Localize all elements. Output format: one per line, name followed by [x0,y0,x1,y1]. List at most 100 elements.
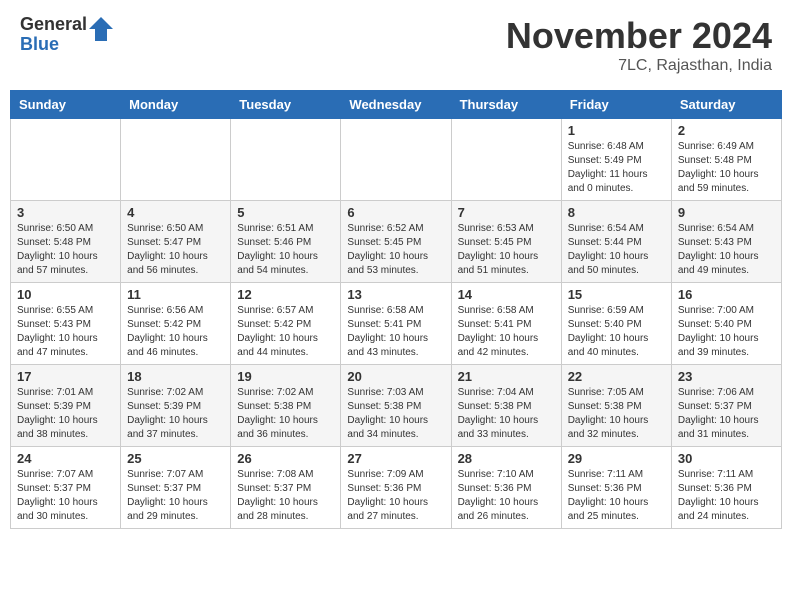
day-number: 12 [237,287,334,302]
calendar-cell: 19Sunrise: 7:02 AM Sunset: 5:38 PM Dayli… [231,365,341,447]
day-number: 22 [568,369,665,384]
day-number: 30 [678,451,775,466]
day-info: Sunrise: 6:58 AM Sunset: 5:41 PM Dayligh… [458,304,555,360]
calendar-cell: 9 Sunrise: 6:54 AM Sunset: 5:43 PM Daylig… [671,201,781,283]
calendar-header-thursday: Thursday [451,91,561,119]
calendar-week-0: 1 Sunrise: 6:48 AM Sunset: 5:49 PM Daylig… [11,119,782,201]
day-info: Sunrise: 7:10 AM Sunset: 5:36 PM Dayligh… [458,468,555,524]
day-number: 9 [678,205,775,220]
calendar-cell: 2 Sunrise: 6:49 AM Sunset: 5:48 PM Daylig… [671,119,781,201]
day-info: Sunrise: 6:52 AM Sunset: 5:45 PM Dayligh… [347,222,444,278]
logo: General Blue [20,15,113,55]
day-info: Sunrise: 7:02 AM Sunset: 5:38 PM Dayligh… [237,386,334,442]
calendar-week-3: 17 Sunrise: 7:01 AM Sunset: 5:39 PM Dayli… [11,365,782,447]
day-info: Sunrise: 7:08 AM Sunset: 5:37 PM Dayligh… [237,468,334,524]
calendar-header-friday: Friday [561,91,671,119]
calendar-header-sunday: Sunday [11,91,121,119]
day-info: Sunrise: 7:01 AM Sunset: 5:39 PM Dayligh… [17,386,114,442]
day-info: Sunrise: 7:00 AM Sunset: 5:40 PM Dayligh… [678,304,775,360]
day-info: Sunrise: 6:48 AM Sunset: 5:49 PM Dayligh… [568,140,665,196]
logo-blue-text: Blue [20,35,87,55]
calendar-cell: 3 Sunrise: 6:50 AM Sunset: 5:48 PM Daylig… [11,201,121,283]
day-number: 25 [127,451,224,466]
day-number: 23 [678,369,775,384]
month-title: November 2024 [506,15,772,57]
calendar-cell: 8 Sunrise: 6:54 AM Sunset: 5:44 PM Daylig… [561,201,671,283]
day-number: 2 [678,123,775,138]
calendar-cell: 28Sunrise: 7:10 AM Sunset: 5:36 PM Dayli… [451,447,561,529]
calendar-cell: 14Sunrise: 6:58 AM Sunset: 5:41 PM Dayli… [451,283,561,365]
day-number: 10 [17,287,114,302]
calendar-cell: 11 Sunrise: 6:56 AM Sunset: 5:42 PM Dayli… [121,283,231,365]
calendar-table: SundayMondayTuesdayWednesdayThursdayFrid… [10,90,782,529]
day-number: 18 [127,369,224,384]
day-info: Sunrise: 7:09 AM Sunset: 5:36 PM Dayligh… [347,468,444,524]
location-text: 7LC, Rajasthan, India [506,57,772,75]
day-number: 27 [347,451,444,466]
day-info: Sunrise: 6:55 AM Sunset: 5:43 PM Dayligh… [17,304,114,360]
calendar-cell: 16 Sunrise: 7:00 AM Sunset: 5:40 PM Dayli… [671,283,781,365]
calendar-cell: 4Sunrise: 6:50 AM Sunset: 5:47 PM Daylig… [121,201,231,283]
day-number: 20 [347,369,444,384]
page-header: General Blue November 2024 7LC, Rajastha… [10,10,782,80]
calendar-week-1: 3 Sunrise: 6:50 AM Sunset: 5:48 PM Daylig… [11,201,782,283]
day-info: Sunrise: 6:56 AM Sunset: 5:42 PM Dayligh… [127,304,224,360]
calendar-cell: 15Sunrise: 6:59 AM Sunset: 5:40 PM Dayli… [561,283,671,365]
day-info: Sunrise: 6:54 AM Sunset: 5:44 PM Dayligh… [568,222,665,278]
logo-icon [89,17,113,41]
calendar-week-2: 10 Sunrise: 6:55 AM Sunset: 5:43 PM Dayli… [11,283,782,365]
calendar-cell: 5 Sunrise: 6:51 AM Sunset: 5:46 PM Daylig… [231,201,341,283]
day-number: 16 [678,287,775,302]
calendar-cell: 30Sunrise: 7:11 AM Sunset: 5:36 PM Dayli… [671,447,781,529]
day-info: Sunrise: 6:57 AM Sunset: 5:42 PM Dayligh… [237,304,334,360]
day-info: Sunrise: 7:07 AM Sunset: 5:37 PM Dayligh… [127,468,224,524]
calendar-cell: 7Sunrise: 6:53 AM Sunset: 5:45 PM Daylig… [451,201,561,283]
day-info: Sunrise: 6:49 AM Sunset: 5:48 PM Dayligh… [678,140,775,196]
day-info: Sunrise: 6:51 AM Sunset: 5:46 PM Dayligh… [237,222,334,278]
logo-general-text: General [20,15,87,35]
day-info: Sunrise: 7:07 AM Sunset: 5:37 PM Dayligh… [17,468,114,524]
calendar-cell [121,119,231,201]
calendar-cell: 17 Sunrise: 7:01 AM Sunset: 5:39 PM Dayli… [11,365,121,447]
day-info: Sunrise: 6:59 AM Sunset: 5:40 PM Dayligh… [568,304,665,360]
day-number: 6 [347,205,444,220]
day-info: Sunrise: 7:04 AM Sunset: 5:38 PM Dayligh… [458,386,555,442]
day-number: 5 [237,205,334,220]
calendar-cell [451,119,561,201]
day-info: Sunrise: 7:06 AM Sunset: 5:37 PM Dayligh… [678,386,775,442]
day-number: 17 [17,369,114,384]
calendar-header-wednesday: Wednesday [341,91,451,119]
day-info: Sunrise: 7:03 AM Sunset: 5:38 PM Dayligh… [347,386,444,442]
calendar-cell [231,119,341,201]
day-number: 8 [568,205,665,220]
calendar-cell: 18 Sunrise: 7:02 AM Sunset: 5:39 PM Dayli… [121,365,231,447]
calendar-header-tuesday: Tuesday [231,91,341,119]
day-number: 26 [237,451,334,466]
day-number: 13 [347,287,444,302]
day-info: Sunrise: 6:58 AM Sunset: 5:41 PM Dayligh… [347,304,444,360]
calendar-cell: 10 Sunrise: 6:55 AM Sunset: 5:43 PM Dayli… [11,283,121,365]
title-section: November 2024 7LC, Rajasthan, India [506,15,772,75]
calendar-cell: 25 Sunrise: 7:07 AM Sunset: 5:37 PM Dayli… [121,447,231,529]
calendar-cell: 13 Sunrise: 6:58 AM Sunset: 5:41 PM Dayli… [341,283,451,365]
calendar-cell: 23 Sunrise: 7:06 AM Sunset: 5:37 PM Dayli… [671,365,781,447]
day-info: Sunrise: 7:02 AM Sunset: 5:39 PM Dayligh… [127,386,224,442]
calendar-cell: 6 Sunrise: 6:52 AM Sunset: 5:45 PM Daylig… [341,201,451,283]
calendar-cell: 29Sunrise: 7:11 AM Sunset: 5:36 PM Dayli… [561,447,671,529]
calendar-cell: 1 Sunrise: 6:48 AM Sunset: 5:49 PM Daylig… [561,119,671,201]
day-info: Sunrise: 7:11 AM Sunset: 5:36 PM Dayligh… [568,468,665,524]
calendar-body: 1 Sunrise: 6:48 AM Sunset: 5:49 PM Daylig… [11,119,782,529]
day-info: Sunrise: 7:05 AM Sunset: 5:38 PM Dayligh… [568,386,665,442]
calendar-cell: 12 Sunrise: 6:57 AM Sunset: 5:42 PM Dayli… [231,283,341,365]
day-info: Sunrise: 6:50 AM Sunset: 5:48 PM Dayligh… [17,222,114,278]
day-info: Sunrise: 6:54 AM Sunset: 5:43 PM Dayligh… [678,222,775,278]
day-number: 1 [568,123,665,138]
day-number: 3 [17,205,114,220]
day-number: 24 [17,451,114,466]
calendar-cell: 21Sunrise: 7:04 AM Sunset: 5:38 PM Dayli… [451,365,561,447]
calendar-cell: 20 Sunrise: 7:03 AM Sunset: 5:38 PM Dayli… [341,365,451,447]
calendar-cell [11,119,121,201]
calendar-cell: 26 Sunrise: 7:08 AM Sunset: 5:37 PM Dayli… [231,447,341,529]
day-number: 11 [127,287,224,302]
calendar-cell [341,119,451,201]
